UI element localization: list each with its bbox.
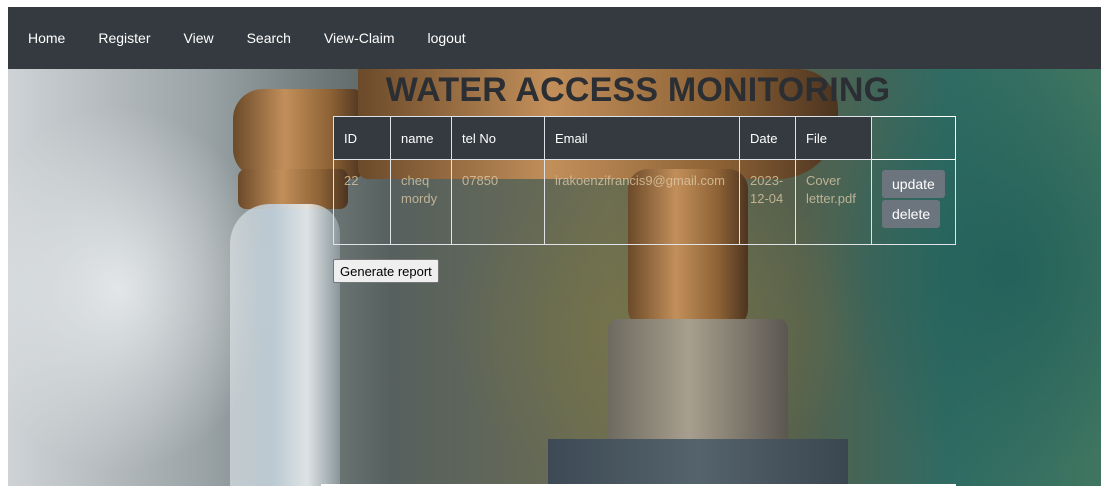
column-header-name: name: [390, 116, 452, 160]
generate-report-button[interactable]: Generate report: [333, 259, 439, 283]
column-header-email: Email: [544, 116, 740, 160]
column-header-tel: tel No: [451, 116, 545, 160]
cell-date: 2023-12-04: [739, 159, 796, 245]
column-header-file: File: [795, 116, 872, 160]
cell-id: 22: [333, 159, 391, 245]
update-button[interactable]: update: [882, 170, 945, 198]
app-frame: Home Register View Search View-Claim log…: [8, 7, 1101, 486]
delete-button[interactable]: delete: [882, 200, 941, 228]
column-header-actions: [871, 116, 956, 160]
cell-email: irakoenzifrancis9@gmail.com: [544, 159, 740, 245]
cell-file[interactable]: Cover letter.pdf: [795, 159, 872, 245]
nav-logout-link[interactable]: logout: [428, 30, 466, 46]
table-header-row: ID name tel No Email Date File: [333, 116, 956, 160]
top-navbar: Home Register View Search View-Claim log…: [8, 7, 1101, 69]
nav-view-claim-link[interactable]: View-Claim: [324, 30, 395, 46]
nav-register-link[interactable]: Register: [98, 30, 150, 46]
nav-search-link[interactable]: Search: [247, 30, 291, 46]
column-header-date: Date: [739, 116, 796, 160]
cell-actions: update delete: [871, 159, 956, 245]
claims-table: ID name tel No Email Date File 22 cheq m…: [333, 116, 956, 245]
nav-home-link[interactable]: Home: [28, 30, 65, 46]
nav-view-link[interactable]: View: [184, 30, 214, 46]
cell-name: cheq mordy: [390, 159, 452, 245]
column-header-id: ID: [333, 116, 391, 160]
page-title: WATER ACCESS MONITORING: [385, 71, 891, 109]
cell-tel: 07850: [451, 159, 545, 245]
table-row: 22 cheq mordy 07850 irakoenzifrancis9@gm…: [333, 159, 956, 245]
